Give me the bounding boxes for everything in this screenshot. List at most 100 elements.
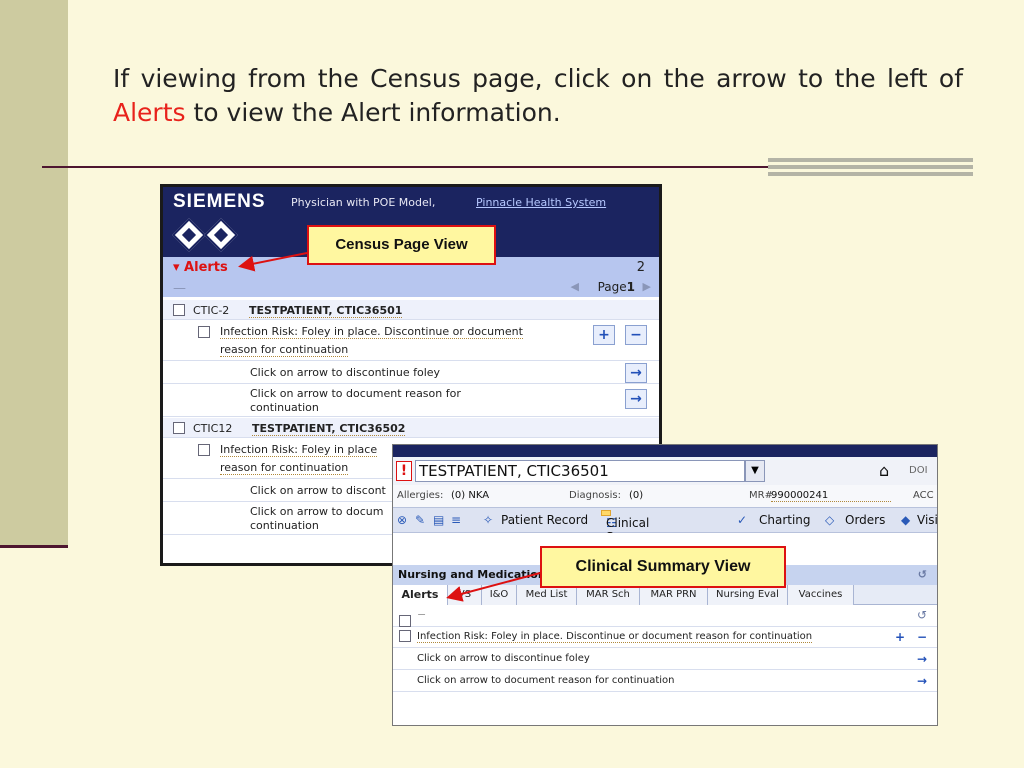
add-note-icon[interactable]: + [895,630,905,644]
page-label: Page [597,280,627,294]
headline-text-end: to view the Alert information. [185,98,561,127]
page-number: 1 [626,280,635,294]
diagnosis-value[interactable]: (0) [629,490,643,501]
action-row: Click on arrow to discontinue foley → [163,362,659,384]
tools-icon[interactable]: ✎ [415,513,425,527]
page-next-icon[interactable]: ▶ [643,280,651,293]
divider-accent [768,158,973,178]
action-text-line2: continuation [250,519,319,532]
patient-info-bar: Allergies: (0) NKA Diagnosis: (0) MR# 99… [393,485,937,507]
nav-patient-record[interactable]: Patient Record [501,513,588,527]
patient-id: CTIC12 [193,422,233,435]
visit-icon: ◆ [901,513,911,527]
alert-row: Infection Risk: Foley in place. Disconti… [163,321,659,361]
headline-alerts-word: Alerts [113,98,186,127]
tab-io[interactable]: I&O [482,585,517,605]
page-indicator: Page1 [598,280,635,294]
alert-flag-icon[interactable]: ! [396,461,412,481]
acc-label: ACC [913,490,934,501]
action-row: Click on arrow to document reason for co… [163,385,659,417]
tab-mar-prn[interactable]: MAR PRN [640,585,708,605]
collapse-icon[interactable]: − [417,608,426,621]
left-band-rule [0,545,68,548]
alert-checkbox[interactable] [198,325,210,338]
patient-checkbox[interactable] [173,421,185,434]
action-text-line2: continuation [250,401,319,414]
collapse-alert-button[interactable]: − [625,325,647,345]
census-alerts-toggle[interactable]: ▾ Alerts [173,260,228,275]
arrow-right-button[interactable]: → [625,389,647,409]
census-subtitle: Physician with POE Model, [291,196,436,209]
tab-alerts[interactable]: Alerts [393,585,448,605]
charting-icon: ✓ [737,513,748,527]
arrow-right-icon[interactable]: → [917,674,927,688]
alert-tabs: Alerts VS I&O Med List MAR Sch MAR PRN N… [393,585,937,605]
section-title: Nursing and Medication [398,568,546,581]
allergies-value[interactable]: (0) NKA [451,490,489,501]
chevron-down-icon[interactable]: ▼ [745,460,765,482]
arrow-right-button[interactable]: → [625,363,647,383]
mr-value: 990000241 [771,490,891,502]
alert-row: Infection Risk: Foley in place. Disconti… [393,627,937,648]
patient-record-icon: ✧ [483,513,494,527]
nav-visit[interactable]: Visi [917,513,937,527]
collapse-all-icon[interactable]: — [173,281,186,296]
patient-name[interactable]: TESTPATIENT, CTIC36501 [249,304,403,318]
tab-nursing-eval[interactable]: Nursing Eval [708,585,788,605]
alert-checkbox[interactable] [399,630,411,642]
nav-toggle-icon[interactable]: ⊗ [397,513,407,527]
action-text: Click on arrow to discont [250,484,386,497]
patient-row[interactable]: CTIC12 TESTPATIENT, CTIC36502 [163,418,659,438]
tab-med-list[interactable]: Med List [517,585,577,605]
alerts-toolbar: − ↺ [393,605,937,627]
nav-orders[interactable]: Orders [845,513,885,527]
action-text: Click on arrow to discontinue foley [250,366,441,379]
mr-label: MR# [749,490,773,501]
action-text: Click on arrow to discontinue foley [417,653,590,664]
list-icon[interactable]: ≡ [451,513,461,527]
action-text-line1: Click on arrow to document reason for [250,387,461,400]
nav-clinical-summary[interactable]: ☷ Clinical Summary [601,510,664,544]
census-alerts-count: 2 [636,260,645,275]
orders-icon: ◇ [825,513,835,527]
tab-vaccines[interactable]: Vaccines [788,585,854,605]
patient-id: CTIC-2 [193,304,230,317]
headline-text-start: If viewing from the Census page, click o… [113,64,963,93]
home-icon[interactable]: ⌂ [879,461,889,480]
alert-text-line2: reason for continuation [220,461,349,475]
tab-vs[interactable]: VS [448,585,482,605]
alert-text-line1: Infection Risk: Foley in place. Disconti… [220,325,523,339]
alert-text-line1: Infection Risk: Foley in place [220,443,378,457]
patient-row[interactable]: CTIC-2 TESTPATIENT, CTIC36501 [163,300,659,320]
org-link[interactable]: Pinnacle Health System [476,196,606,209]
siemens-logo: SIEMENS [173,191,266,212]
left-decorative-band [0,0,68,545]
patient-select[interactable]: TESTPATIENT, CTIC36501 [415,460,745,482]
clock-icon[interactable] [204,218,238,252]
refresh-icon[interactable]: ↺ [917,608,927,622]
patient-name[interactable]: TESTPATIENT, CTIC36502 [252,422,406,436]
nav-charting[interactable]: Charting [759,513,811,527]
alert-text-line2: reason for continuation [220,343,349,357]
tab-mar-sch[interactable]: MAR Sch [577,585,640,605]
clinical-nav: ⊗ ✎ ▤ ≡ ✧ Patient Record ☷ Clinical Summ… [393,507,937,544]
diagnosis-label: Diagnosis: [569,490,621,501]
allergies-label: Allergies: [397,490,444,501]
page-prev-icon[interactable]: ◀ [571,280,579,293]
sheet-icon[interactable]: ▤ [433,513,444,527]
patient-checkbox[interactable] [173,303,185,316]
clinical-callout: Clinical Summary View [540,546,786,588]
arrow-right-icon[interactable]: → [917,652,927,666]
collapse-alert-icon[interactable]: − [917,630,927,644]
list-icon[interactable] [172,218,206,252]
add-note-button[interactable]: + [593,325,615,345]
alert-checkbox[interactable] [198,443,210,456]
action-text: Click on arrow to document reason for co… [417,675,675,686]
action-text-line1: Click on arrow to docum [250,505,384,518]
alert-text: Infection Risk: Foley in place. Disconti… [417,631,813,643]
doc-label: DOI [909,465,928,476]
slide-headline: If viewing from the Census page, click o… [113,62,963,130]
action-row: Click on arrow to document reason for co… [393,671,937,692]
refresh-icon[interactable]: ↺ [918,568,927,581]
census-callout: Census Page View [307,225,496,265]
